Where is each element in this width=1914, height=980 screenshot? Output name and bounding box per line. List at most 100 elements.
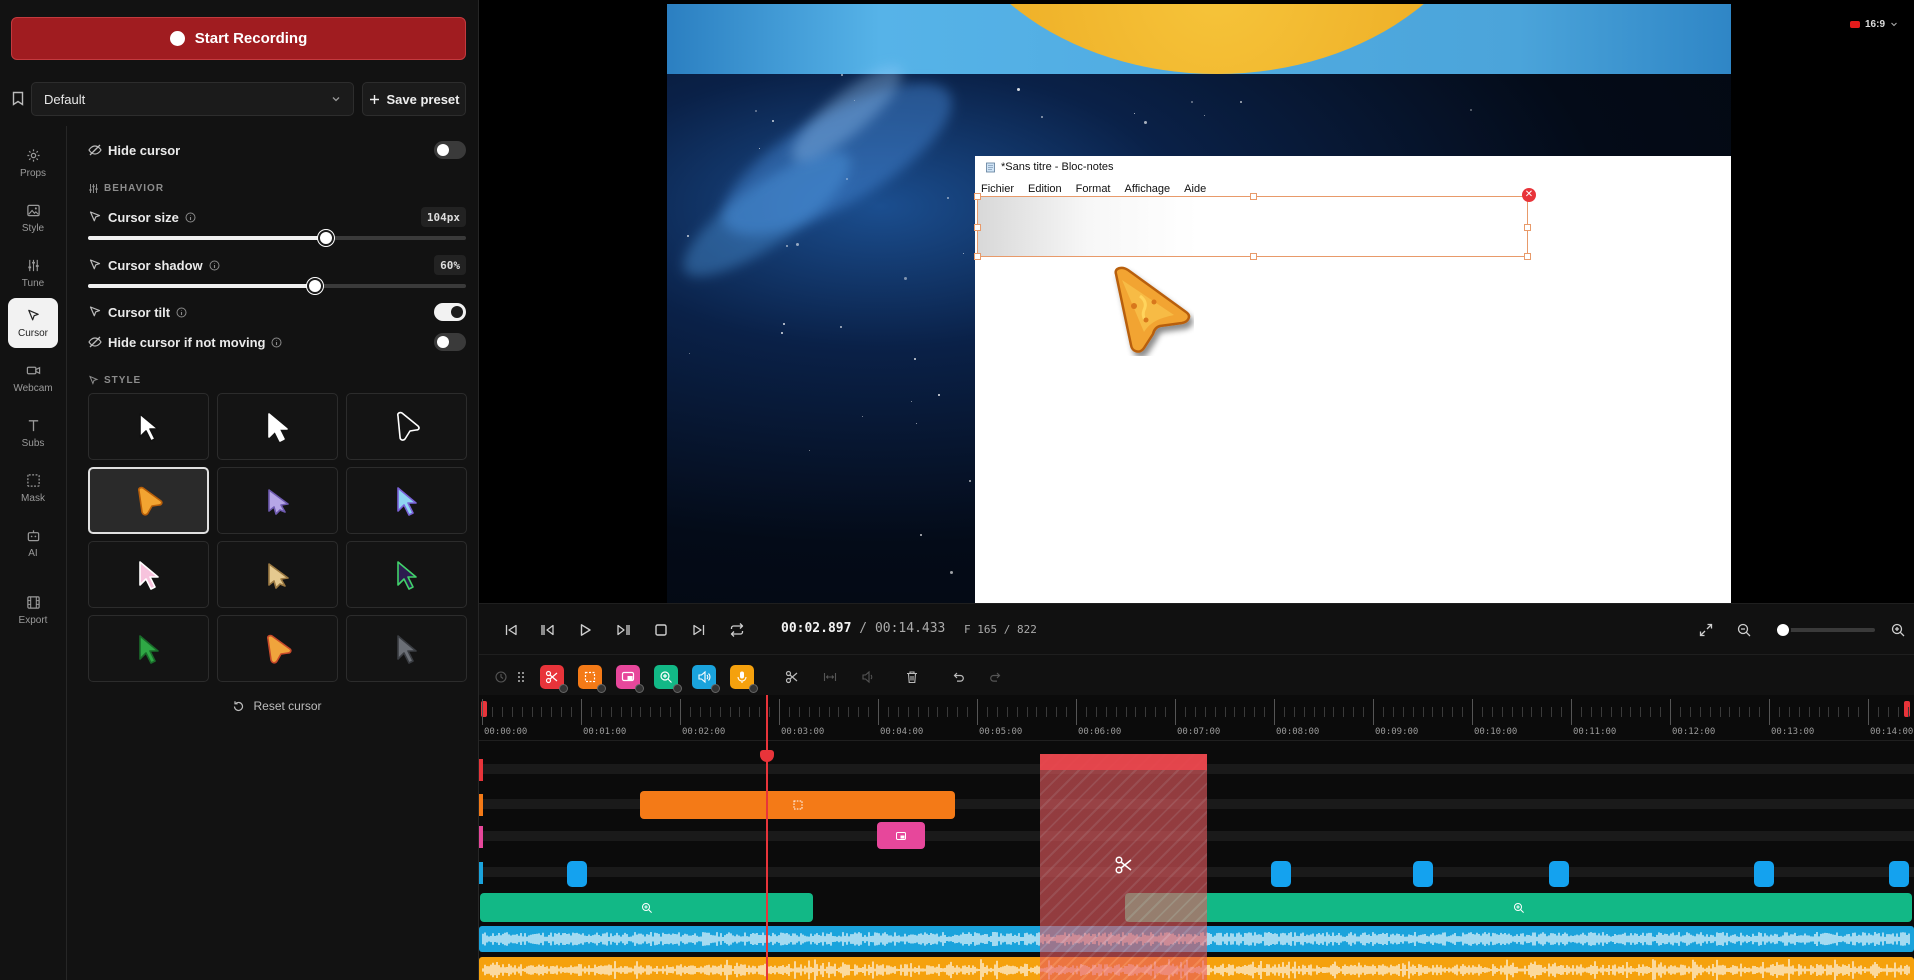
menu-item-affichage[interactable]: Affichage	[1125, 183, 1171, 195]
drag-handle[interactable]	[509, 665, 533, 689]
cursor-style-pink-arrow[interactable]	[88, 541, 209, 608]
add-cut-button[interactable]	[540, 665, 568, 693]
time-ruler[interactable]: 00:00:00 00:01:00 00:02:00 00:03:00 00:04:00…	[479, 695, 1914, 741]
resize-handle[interactable]	[1524, 253, 1531, 260]
ruler-minor-tick	[1422, 707, 1424, 717]
preset-select[interactable]: Default	[31, 82, 354, 116]
audio-keyframe[interactable]	[567, 861, 587, 887]
add-layout-button[interactable]	[616, 665, 644, 693]
ruler-minor-tick	[1105, 707, 1107, 717]
cursor-style-shell-cursor[interactable]	[217, 541, 338, 608]
menu-item-format[interactable]: Format	[1076, 183, 1111, 195]
resize-handle[interactable]	[974, 224, 981, 231]
zoom-clip[interactable]	[480, 893, 813, 922]
layout-clip[interactable]	[877, 822, 925, 849]
nav-item-webcam[interactable]: Webcam	[8, 353, 58, 403]
add-voiceover-button[interactable]	[730, 665, 758, 693]
add-audio-button[interactable]	[692, 665, 720, 693]
ruler-minor-tick	[1838, 707, 1840, 717]
cursor-style-lavender-tree-cursor[interactable]	[217, 467, 338, 534]
loop-button[interactable]	[727, 620, 747, 640]
nav-item-subs[interactable]: Subs	[8, 408, 58, 458]
crop-clip[interactable]	[640, 791, 955, 819]
reset-cursor-button[interactable]: Reset cursor	[88, 696, 466, 716]
cursor-tilt-toggle[interactable]	[434, 303, 466, 321]
toggle-knob	[437, 336, 449, 348]
step-forward-button[interactable]	[613, 620, 633, 640]
audio-keyframe[interactable]	[1549, 861, 1569, 887]
timeline-zoom-slider[interactable]	[1775, 622, 1875, 638]
star	[1469, 108, 1472, 111]
slider-thumb[interactable]	[306, 278, 323, 294]
undo-button[interactable]	[946, 665, 970, 689]
audio-keyframe[interactable]	[1271, 861, 1291, 887]
menu-item-aide[interactable]: Aide	[1184, 183, 1206, 195]
aspect-ratio-select[interactable]: 16:9	[1844, 16, 1904, 32]
cursor-size-slider[interactable]	[88, 230, 466, 246]
cursor-style-solid-white-arrow[interactable]	[217, 393, 338, 460]
menu-item-fichier[interactable]: Fichier	[981, 183, 1014, 195]
audio-keyframe[interactable]	[1413, 861, 1433, 887]
nav-item-style[interactable]: Style	[8, 193, 58, 243]
ruler-minor-tick	[808, 707, 810, 717]
ruler-major-tick	[1769, 699, 1770, 725]
stop-button[interactable]	[651, 620, 671, 640]
resize-handle[interactable]	[1250, 193, 1257, 200]
close-icon[interactable]: ✕	[1522, 188, 1536, 202]
preview-canvas[interactable]: *Sans titre - Bloc-notes Fichier Edition…	[667, 4, 1731, 603]
fit-width-button[interactable]	[818, 665, 842, 689]
menu-item-edition[interactable]: Edition	[1028, 183, 1062, 195]
add-zoom-button[interactable]	[654, 665, 682, 693]
nav-item-mask[interactable]: Mask	[8, 463, 58, 513]
nav-item-tune[interactable]: Tune	[8, 248, 58, 298]
nav-item-props[interactable]: Props	[8, 138, 58, 188]
ruler-minor-tick	[600, 707, 602, 717]
cursor-style-galaxy-green-arrow[interactable]	[346, 541, 467, 608]
cursor-style-green-tree-arrow[interactable]	[88, 615, 209, 682]
cursor-style-gray-arrow[interactable]	[346, 615, 467, 682]
cursor-style-pizza-cursor[interactable]	[217, 615, 338, 682]
split-button[interactable]	[780, 665, 804, 689]
nav-item-cursor[interactable]: Cursor	[8, 298, 58, 348]
playhead[interactable]	[760, 695, 774, 980]
hide-cursor-toggle[interactable]	[434, 141, 466, 159]
slider-thumb[interactable]	[318, 230, 335, 246]
zoom-in-button[interactable]	[1888, 620, 1908, 640]
zoom-out-button[interactable]	[1734, 620, 1754, 640]
skip-to-end-button[interactable]	[689, 620, 709, 640]
cursor-shadow-slider[interactable]	[88, 278, 466, 294]
step-back-button[interactable]	[538, 620, 558, 640]
cursor-style-rounded-outline-arrow[interactable]	[346, 393, 467, 460]
cursor-style-outline-white-arrow[interactable]	[88, 393, 209, 460]
save-preset-button[interactable]: Save preset	[362, 82, 466, 116]
skip-to-start-button[interactable]	[501, 620, 521, 640]
ruler-minor-tick	[1511, 707, 1513, 717]
fullscreen-button[interactable]	[1696, 620, 1716, 640]
nav-item-ai[interactable]: AI	[8, 518, 58, 568]
crop-selection-box[interactable]	[974, 193, 1531, 260]
nav-label: Webcam	[13, 382, 53, 394]
star	[796, 243, 800, 247]
add-crop-button[interactable]	[578, 665, 606, 693]
volume-button[interactable]	[856, 665, 880, 689]
info-icon	[185, 212, 196, 222]
audio-keyframe[interactable]	[1754, 861, 1774, 887]
resize-handle[interactable]	[974, 193, 981, 200]
cursor-shadow-value: 60%	[434, 255, 466, 275]
slider-thumb[interactable]	[1775, 622, 1791, 638]
cursor-style-nacho-cheese-cursor[interactable]	[88, 467, 209, 534]
delete-button[interactable]	[900, 665, 924, 689]
cursor-style-holographic-arrow[interactable]	[346, 467, 467, 534]
resize-handle[interactable]	[974, 253, 981, 260]
start-recording-button[interactable]: Start Recording	[11, 17, 466, 60]
redo-button[interactable]	[984, 665, 1008, 689]
hide-if-not-moving-toggle[interactable]	[434, 333, 466, 351]
audio-keyframe[interactable]	[1889, 861, 1909, 887]
cut-region[interactable]	[1040, 754, 1207, 980]
nav-item-export[interactable]: Export	[8, 585, 58, 635]
zoom-clip[interactable]	[1125, 893, 1912, 922]
timeline[interactable]: 00:00:00 00:01:00 00:02:00 00:03:00 00:04:00…	[479, 695, 1914, 980]
resize-handle[interactable]	[1524, 224, 1531, 231]
play-button[interactable]	[575, 620, 595, 640]
resize-handle[interactable]	[1250, 253, 1257, 260]
